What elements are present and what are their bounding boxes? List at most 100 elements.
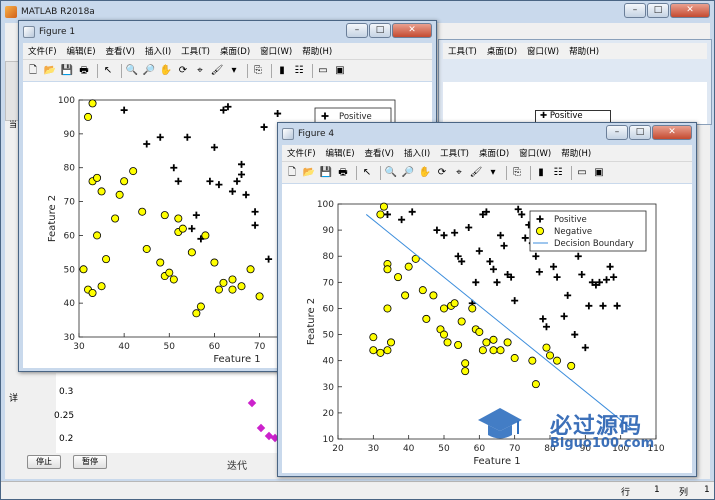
watermark-logo <box>478 404 522 444</box>
negative-point <box>482 338 491 347</box>
pause-button[interactable]: 暂停 <box>73 455 107 469</box>
menu-view[interactable]: 查看(V) <box>360 147 399 159</box>
menu-help[interactable]: 帮助(H) <box>297 45 337 57</box>
toolbar-separator <box>247 63 248 78</box>
data-cursor-icon[interactable]: ⌖ <box>452 166 466 180</box>
menu-window[interactable]: 窗口(W) <box>514 147 556 159</box>
pointer-icon[interactable]: ↖ <box>360 166 374 180</box>
bg-menu-tools[interactable]: 工具(T) <box>443 45 482 57</box>
menu-desktop[interactable]: 桌面(D) <box>474 147 514 159</box>
zoom-in-icon[interactable]: 🔍 <box>384 166 398 180</box>
show-plot-tools-icon[interactable]: ▣ <box>592 166 606 180</box>
menu-desktop[interactable]: 桌面(D) <box>215 45 255 57</box>
colorbar-icon[interactable]: ▮ <box>534 166 548 180</box>
brush-dropdown-icon[interactable]: ▾ <box>486 166 500 180</box>
save-icon[interactable]: 💾 <box>60 64 74 78</box>
menu-edit[interactable]: 编辑(E) <box>62 45 101 57</box>
close-button[interactable]: ✕ <box>652 125 692 140</box>
x-axis-label: Feature 1 <box>473 456 520 467</box>
close-button[interactable]: ✕ <box>670 3 710 18</box>
negative-point <box>84 112 93 121</box>
open-file-icon[interactable]: 📂 <box>302 166 316 180</box>
menu-window[interactable]: 窗口(W) <box>255 45 297 57</box>
legend-circle-swatch <box>535 227 544 236</box>
status-row-label: 行 <box>621 488 631 498</box>
negative-point <box>201 231 210 240</box>
legend-label: Positive <box>339 112 372 122</box>
hide-plot-tools-icon[interactable]: ▭ <box>575 166 589 180</box>
bg-menu-window[interactable]: 窗口(W) <box>522 45 564 57</box>
data-cursor-icon[interactable]: ⌖ <box>193 64 207 78</box>
negative-point <box>214 285 223 294</box>
menu-view[interactable]: 查看(V) <box>101 45 140 57</box>
save-icon[interactable]: 💾 <box>319 166 333 180</box>
zoom-out-icon[interactable]: 🔎 <box>142 64 156 78</box>
legend-icon[interactable]: ☷ <box>292 64 306 78</box>
minimize-button[interactable]: – <box>346 23 368 38</box>
matlab-logo-icon <box>5 5 17 18</box>
link-plot-icon[interactable]: ⎘ <box>510 166 524 180</box>
maximize-button[interactable]: □ <box>647 3 669 18</box>
negative-point <box>156 258 165 267</box>
status-bar: 行 1 列 1 <box>1 481 714 499</box>
negative-point <box>450 299 459 308</box>
colorbar-icon[interactable]: ▮ <box>275 64 289 78</box>
print-icon[interactable]: 🖶 <box>336 166 350 180</box>
bg-menu-help[interactable]: 帮助(H) <box>564 45 604 57</box>
zoom-in-icon[interactable]: 🔍 <box>125 64 139 78</box>
bg-menu-desktop[interactable]: 桌面(D) <box>482 45 522 57</box>
open-file-icon[interactable]: 📂 <box>43 64 57 78</box>
menu-help[interactable]: 帮助(H) <box>556 147 596 159</box>
minimize-button[interactable]: – <box>606 125 628 140</box>
figure1-title: Figure 1 <box>39 26 76 37</box>
maximize-button[interactable]: □ <box>629 125 651 140</box>
menu-insert[interactable]: 插入(I) <box>140 45 176 57</box>
menu-file[interactable]: 文件(F) <box>282 147 321 159</box>
brush-dropdown-icon[interactable]: ▾ <box>227 64 241 78</box>
show-plot-tools-icon[interactable]: ▣ <box>333 64 347 78</box>
negative-point <box>457 317 466 326</box>
menu-tools[interactable]: 工具(T) <box>176 45 215 57</box>
status-row-value: 1 <box>654 485 660 495</box>
y-tick-label: 80 <box>64 164 76 174</box>
maximize-button[interactable]: □ <box>369 23 391 38</box>
new-figure-icon[interactable]: 🗋 <box>26 64 40 78</box>
stop-button[interactable]: 停止 <box>27 455 61 469</box>
y-tick-label: 30 <box>64 333 76 343</box>
toolbar-separator <box>97 63 98 78</box>
menu-tools[interactable]: 工具(T) <box>435 147 474 159</box>
negative-point <box>394 273 403 282</box>
y-tick-label: 30 <box>323 383 335 393</box>
legend-label: Negative <box>554 227 592 237</box>
brush-icon[interactable]: 🖌 <box>210 64 224 78</box>
zoom-out-icon[interactable]: 🔎 <box>401 166 415 180</box>
pan-icon[interactable]: ✋ <box>159 64 173 78</box>
negative-point <box>192 309 201 318</box>
y-tick-label: 20 <box>323 409 335 419</box>
close-button[interactable]: ✕ <box>392 23 432 38</box>
rotate-icon[interactable]: ⟳ <box>435 166 449 180</box>
figure-icon <box>282 127 294 140</box>
negative-point <box>111 214 120 223</box>
pan-icon[interactable]: ✋ <box>418 166 432 180</box>
print-icon[interactable]: 🖶 <box>77 64 91 78</box>
link-plot-icon[interactable]: ⎘ <box>251 64 265 78</box>
y-tick-label: 10 <box>323 435 335 445</box>
rotate-icon[interactable]: ⟳ <box>176 64 190 78</box>
y-tick-label: 70 <box>64 198 76 208</box>
negative-point <box>489 335 498 344</box>
legend-icon[interactable]: ☷ <box>551 166 565 180</box>
menu-insert[interactable]: 插入(I) <box>399 147 435 159</box>
menu-file[interactable]: 文件(F) <box>23 45 62 57</box>
negative-point <box>422 314 431 323</box>
side-icon-text: 当 <box>9 120 17 129</box>
x-tick-label: 50 <box>438 444 450 454</box>
menu-edit[interactable]: 编辑(E) <box>321 147 360 159</box>
new-figure-icon[interactable]: 🗋 <box>285 166 299 180</box>
brush-icon[interactable]: 🖌 <box>469 166 483 180</box>
pointer-icon[interactable]: ↖ <box>101 64 115 78</box>
figure1-toolbar: 🗋 📂 💾 🖶 ↖ 🔍 🔎 ✋ ⟳ ⌖ 🖌 ▾ ⎘ ▮ ☷ ▭ ▣ <box>23 59 432 81</box>
negative-point <box>461 367 470 376</box>
hide-plot-tools-icon[interactable]: ▭ <box>316 64 330 78</box>
minimize-button[interactable]: – <box>624 3 646 18</box>
